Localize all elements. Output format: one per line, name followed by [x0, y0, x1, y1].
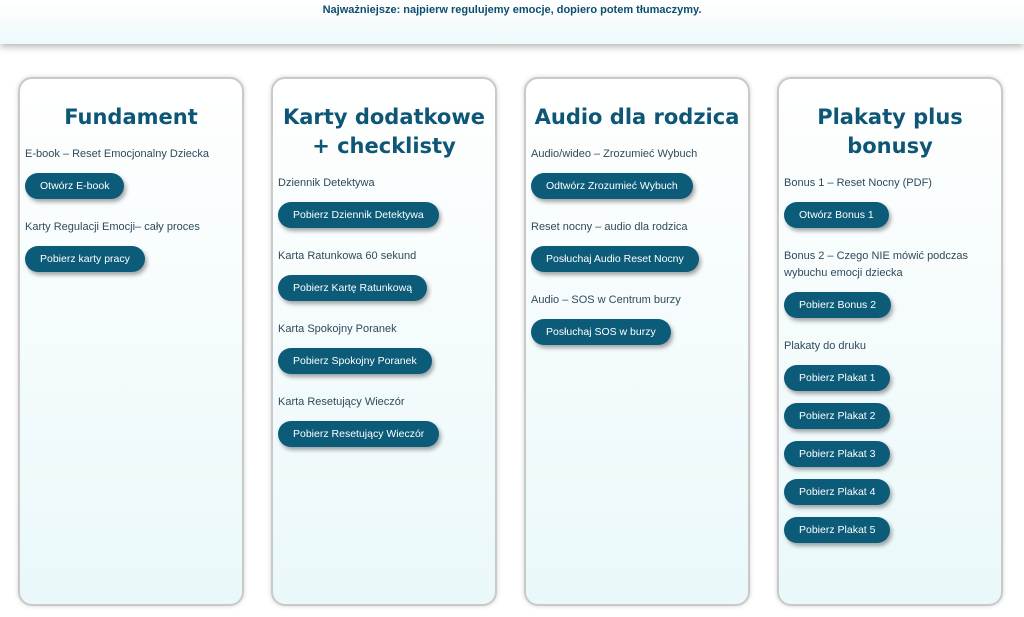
item-label: Karta Resetujący Wieczór [278, 396, 405, 408]
open-bonus-1-button[interactable]: Otwórz Bonus 1 [784, 202, 889, 228]
download-poster-1-button[interactable]: Pobierz Plakat 1 [784, 365, 891, 391]
top-banner: Najważniejsze: najpierw regulujemy emocj… [0, 0, 1024, 44]
item-label: Bonus 1 – Reset Nocny (PDF) [784, 177, 932, 189]
banner-note: Najważniejsze: najpierw regulujemy emocj… [322, 4, 702, 16]
column-plakaty-bonusy: Plakaty plus bonusy Bonus 1 – Reset Nocn… [777, 77, 1003, 606]
item-label: Bonus 2 – Czego NIE mówić podczas wybuch… [784, 250, 969, 279]
download-poster-5-button[interactable]: Pobierz Plakat 5 [784, 517, 891, 543]
item-label: Plakaty do druku [784, 340, 866, 352]
item-label: Audio/wideo – Zrozumieć Wybuch [531, 148, 698, 160]
open-ebook-button[interactable]: Otwórz E-book [25, 173, 125, 199]
download-bonus-2-button[interactable]: Pobierz Bonus 2 [784, 292, 892, 318]
download-poster-2-button[interactable]: Pobierz Plakat 2 [784, 403, 891, 429]
download-detective-journal-button[interactable]: Pobierz Dziennik Detektywa [278, 202, 439, 228]
listen-night-reset-button[interactable]: Posłuchaj Audio Reset Nocny [531, 246, 699, 272]
column-title: Audio dla rodzica [534, 105, 740, 129]
item-label: Karty Regulacji Emocji– cały proces [25, 221, 200, 233]
item-label: Karta Ratunkowa 60 sekund [278, 250, 417, 262]
item-label: Audio – SOS w Centrum burzy [531, 294, 681, 306]
column-title: Plakaty plus bonusy [817, 105, 963, 158]
item-label: E-book – Reset Emocjonalny Dziecka [25, 148, 210, 160]
column-fundament: Fundament E-book – Reset Emocjonalny Dzi… [18, 77, 244, 606]
listen-sos-button[interactable]: Posłuchaj SOS w burzy [531, 319, 671, 345]
item-label: Reset nocny – audio dla rodzica [531, 221, 688, 233]
column-audio: Audio dla rodzica Audio/wideo – Zrozumie… [524, 77, 750, 606]
download-poster-3-button[interactable]: Pobierz Plakat 3 [784, 441, 891, 467]
column-title: Karty dodatkowe + checklisty [282, 105, 485, 158]
item-label: Dziennik Detektywa [278, 177, 375, 189]
play-understand-outburst-button[interactable]: Odtwórz Zrozumieć Wybuch [531, 173, 693, 199]
download-reset-evening-button[interactable]: Pobierz Resetujący Wieczór [278, 421, 440, 447]
download-worksheets-button[interactable]: Pobierz karty pracy [25, 246, 145, 272]
download-calm-morning-button[interactable]: Pobierz Spokojny Poranek [278, 348, 432, 374]
item-label: Karta Spokojny Poranek [278, 323, 397, 335]
column-title: Fundament [64, 105, 198, 129]
download-poster-4-button[interactable]: Pobierz Plakat 4 [784, 479, 891, 505]
download-rescue-card-button[interactable]: Pobierz Kartę Ratunkową [278, 275, 428, 301]
column-karty-dodatkowe: Karty dodatkowe + checklisty Dziennik De… [271, 77, 497, 606]
